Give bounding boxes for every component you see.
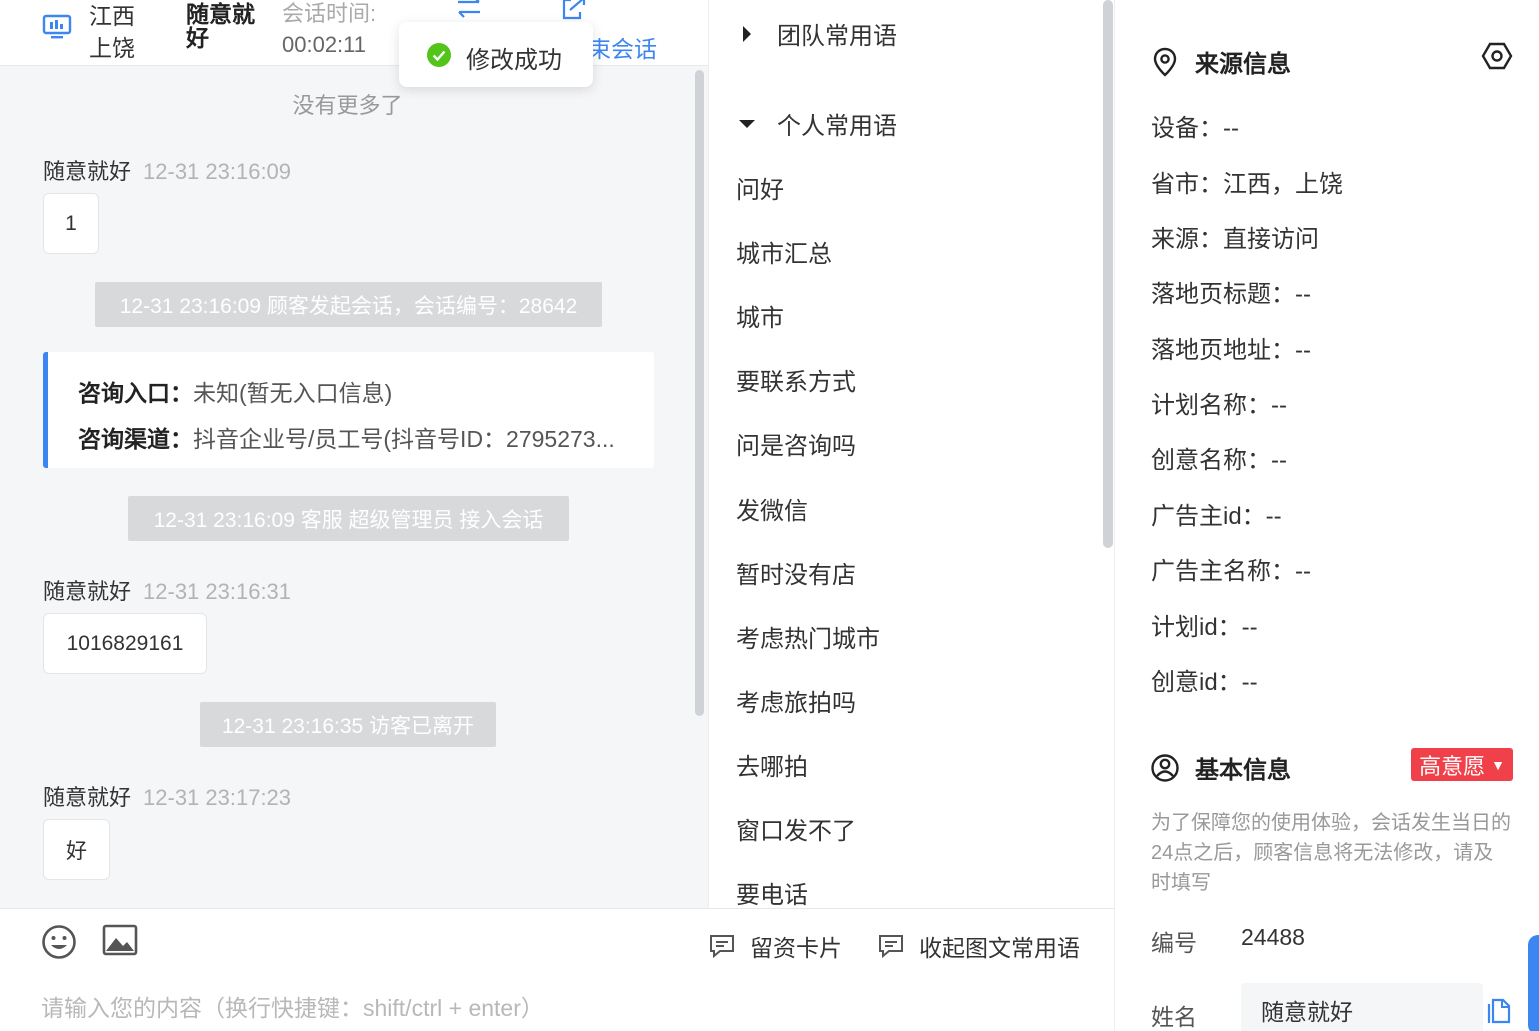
card-icon [710, 935, 734, 959]
source-field: 创意id：-- [1151, 669, 1258, 696]
message-time: 12-31 23:16:31 [143, 579, 292, 604]
source-field: 落地页地址：-- [1151, 337, 1311, 364]
exit-icon[interactable] [560, 0, 588, 20]
consult-entry-row: 咨询入口：未知(暂无入口信息) [78, 374, 392, 408]
message-bubble: 1016829161 [43, 613, 207, 674]
system-message: 12-31 23:16:35 访客已离开 [200, 702, 496, 747]
phrase-item[interactable]: 要电话 [736, 875, 808, 908]
message-time: 12-31 23:16:09 [143, 159, 292, 184]
collapse-phrases-label: 收起图文常用语 [919, 935, 1080, 961]
system-message: 12-31 23:16:09 顾客发起会话，会话编号：28642 [95, 282, 602, 327]
phrase-item[interactable]: 城市 [736, 298, 784, 333]
consult-channel-row: 咨询渠道：抖音企业号/员工号(抖音号ID：2795273... [78, 420, 615, 454]
source-field: 创意名称：-- [1151, 447, 1287, 474]
consult-channel-value: 抖音企业号/员工号(抖音号ID：2795273... [193, 426, 615, 452]
session-time-label: 会话时间: [282, 1, 377, 26]
source-field: 设备：-- [1151, 115, 1239, 142]
message-time: 12-31 23:17:23 [143, 785, 292, 810]
personal-phrase-group[interactable]: 个人常用语 [739, 106, 897, 141]
message-meta: 随意就好 12-31 23:17:23 [43, 780, 291, 812]
customer-info-panel: 来源信息 设备：-- 省市：江西，上饶 来源：直接访问 落地页标题：-- 落地页… [1114, 0, 1539, 1031]
intent-level-dropdown[interactable]: 高意愿 ▼ [1411, 748, 1513, 781]
caret-down-icon [739, 119, 755, 128]
emoji-icon[interactable] [41, 924, 77, 960]
success-toast: 修改成功 [399, 22, 593, 87]
message-sender: 随意就好 [43, 159, 132, 184]
customer-location: 江西上饶 [89, 3, 135, 61]
message-input[interactable] [41, 991, 1081, 1025]
session-time: 00:02:11 [282, 32, 367, 57]
phrase-item[interactable]: 考虑旅拍吗 [736, 683, 856, 718]
phrase-item[interactable]: 暂时没有店 [736, 555, 856, 590]
phrase-item[interactable]: 城市汇总 [736, 234, 832, 269]
phrase-item[interactable]: 去哪拍 [736, 747, 808, 782]
source-field: 计划id：-- [1151, 614, 1258, 641]
end-session-button[interactable]: 束会话 [588, 30, 657, 64]
chat-panel: 江西上饶 随意就好 会话时间: 00:02:11 束会话 没有更多了 随意就好 1… [0, 0, 708, 908]
consult-entry-value: 未知(暂无入口信息) [193, 380, 393, 406]
side-drawer-handle[interactable] [1528, 935, 1539, 1031]
customer-id-value: 24488 [1241, 924, 1305, 950]
customer-name-field[interactable]: 随意就好 [1241, 983, 1483, 1031]
toast-message: 修改成功 [466, 47, 562, 74]
settings-icon[interactable] [1481, 40, 1513, 72]
message-bubble: 1 [43, 193, 99, 254]
message-meta: 随意就好 12-31 23:16:09 [43, 154, 291, 186]
phrase-item[interactable]: 窗口发不了 [736, 811, 856, 846]
customer-name: 随意就好 [186, 1, 255, 51]
image-icon[interactable] [102, 924, 138, 956]
chat-scrollbar[interactable] [695, 70, 704, 716]
customer-id-label: 编号 [1151, 930, 1197, 956]
user-circle-icon [1151, 753, 1179, 782]
intent-level-label: 高意愿 [1419, 753, 1486, 779]
phrase-item[interactable]: 问好 [736, 170, 784, 205]
team-phrase-group[interactable]: 团队常用语 [739, 16, 897, 51]
message-composer: 留资卡片 收起图文常用语 [0, 908, 1114, 1031]
chat-header: 江西上饶 随意就好 会话时间: 00:02:11 束会话 [0, 0, 708, 66]
message-sender: 随意就好 [43, 785, 132, 810]
basic-info-title: 基本信息 [1151, 750, 1291, 785]
no-more-text: 没有更多了 [292, 93, 403, 118]
monitor-icon [42, 14, 72, 39]
source-info-title: 来源信息 [1151, 44, 1291, 79]
phrase-scrollbar[interactable] [1103, 0, 1113, 548]
edit-notice: 为了保障您的使用体验，会话发生当日的24点之后，顾客信息将无法修改，请及时填写 [1151, 812, 1511, 894]
caret-down-icon: ▼ [1491, 756, 1505, 773]
team-phrase-group-label: 团队常用语 [777, 23, 897, 50]
consult-channel-label: 咨询渠道： [78, 426, 193, 452]
source-field: 广告主名称：-- [1151, 558, 1311, 585]
source-field: 计划名称：-- [1151, 392, 1287, 419]
system-message: 12-31 23:16:09 客服 超级管理员 接入会话 [128, 496, 569, 541]
location-pin-icon [1153, 47, 1177, 77]
source-info-label: 来源信息 [1195, 51, 1291, 78]
consult-entry-label: 咨询入口： [78, 380, 193, 406]
phrase-item[interactable]: 问是咨询吗 [736, 426, 856, 461]
message-bubble: 好 [43, 819, 110, 880]
lead-card-label: 留资卡片 [750, 935, 842, 961]
collapse-phrases-button[interactable]: 收起图文常用语 [877, 929, 1080, 963]
transfer-icon[interactable] [455, 0, 483, 18]
phrase-item[interactable]: 考虑热门城市 [736, 619, 880, 654]
source-field: 落地页标题：-- [1151, 281, 1311, 308]
caret-right-icon [743, 25, 751, 42]
phrase-panel: 团队常用语 个人常用语 问好 城市汇总 城市 要联系方式 问是咨询吗 发微信 暂… [708, 0, 1114, 908]
source-field: 广告主id：-- [1151, 503, 1282, 530]
customer-name-label: 姓名 [1151, 1004, 1197, 1030]
consult-info-card: 咨询入口：未知(暂无入口信息) 咨询渠道：抖音企业号/员工号(抖音号ID：279… [43, 352, 654, 468]
basic-info-label: 基本信息 [1195, 757, 1291, 784]
personal-phrase-group-label: 个人常用语 [777, 113, 897, 140]
message-meta: 随意就好 12-31 23:16:31 [43, 574, 291, 606]
message-sender: 随意就好 [43, 579, 132, 604]
phrase-item[interactable]: 发微信 [736, 491, 808, 526]
source-field: 省市：江西，上饶 [1151, 171, 1343, 198]
lead-card-button[interactable]: 留资卡片 [708, 929, 842, 963]
copy-icon[interactable] [1487, 998, 1511, 1024]
source-field: 来源：直接访问 [1151, 226, 1319, 253]
message-icon [879, 935, 903, 959]
phrase-item[interactable]: 要联系方式 [736, 362, 856, 397]
check-circle-icon [427, 43, 451, 67]
